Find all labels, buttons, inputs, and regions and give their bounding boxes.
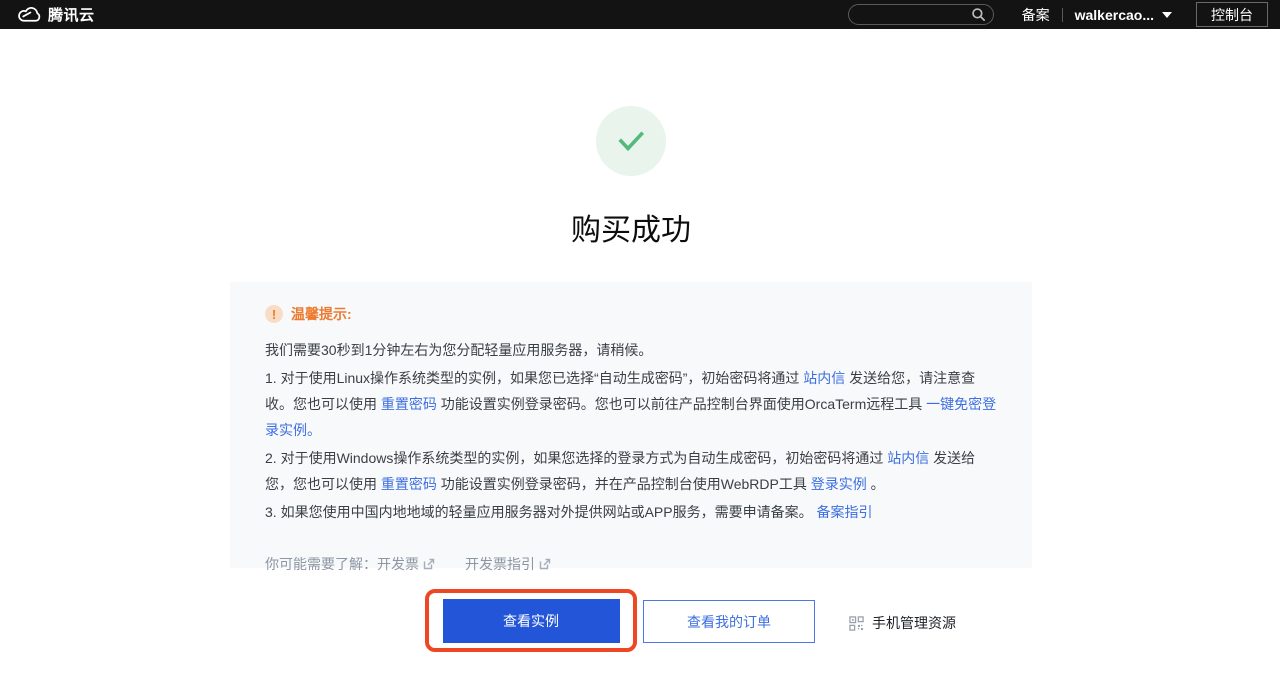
notice-title: 温馨提示: [291, 304, 352, 324]
qr-code-icon [849, 616, 864, 631]
user-name: walkercao... [1075, 7, 1154, 23]
search-icon[interactable] [971, 7, 986, 27]
actions-row: 查看实例 查看我的订单 手机管理资源 [0, 589, 1262, 659]
notice-header: ! 温馨提示: [265, 304, 997, 324]
top-navbar: 腾讯云 备案 walkercao... 控制台 [0, 0, 1280, 29]
inline-link[interactable]: 重置密码 [381, 476, 437, 492]
notice-intro: 我们需要30秒到1分钟左右为您分配轻量应用服务器，请稍候。 [265, 337, 997, 363]
inline-link[interactable]: 备案指引 [816, 504, 872, 520]
chevron-down-icon [1162, 12, 1172, 18]
notice-box: ! 温馨提示: 我们需要30秒到1分钟左右为您分配轻量应用服务器，请稍候。 1.… [230, 282, 1032, 568]
invoice-link-label: 开发票 [377, 554, 419, 574]
brand[interactable]: 腾讯云 [16, 4, 95, 25]
nav-divider [1062, 8, 1063, 22]
notice-item: 2. 对于使用Windows操作系统类型的实例，如果您选择的登录方式为自动生成密… [265, 445, 997, 497]
navbar-right: 备案 walkercao... 控制台 [848, 0, 1268, 29]
invoice-guide-link[interactable]: 开发票指引 [465, 554, 551, 574]
notice-item: 3. 如果您使用中国内地地域的轻量应用服务器对外提供网站或APP服务，需要申请备… [265, 499, 997, 525]
notice-item: 1. 对于使用Linux操作系统类型的实例，如果您已选择“自动生成密码”，初始密… [265, 365, 997, 443]
warning-icon: ! [265, 305, 283, 323]
success-check-icon [596, 106, 666, 176]
text-segment: 功能设置实例登录密码，并在产品控制台使用WebRDP工具 [437, 476, 811, 492]
text-segment: 1. 对于使用Linux操作系统类型的实例，如果您已选择“自动生成密码”，初始密… [265, 370, 803, 386]
console-button[interactable]: 控制台 [1196, 2, 1268, 27]
inline-link[interactable]: 站内信 [887, 450, 929, 466]
text-segment: 。 [867, 476, 885, 492]
page-title: 购买成功 [0, 205, 1262, 249]
invoice-guide-link-label: 开发票指引 [465, 554, 535, 574]
view-instance-button[interactable]: 查看实例 [443, 599, 620, 643]
text-segment: 2. 对于使用Windows操作系统类型的实例，如果您选择的登录方式为自动生成密… [265, 450, 887, 466]
mobile-manage-label: 手机管理资源 [872, 613, 956, 633]
tencent-cloud-logo-icon [16, 6, 42, 24]
search-box[interactable] [848, 4, 994, 25]
nav-beian[interactable]: 备案 [1022, 5, 1050, 25]
footer-label: 你可能需要了解： [265, 554, 377, 574]
invoice-link[interactable]: 开发票 [377, 554, 435, 574]
notice-footer: 你可能需要了解： 开发票 开发票指引 [265, 554, 997, 574]
external-link-icon [539, 558, 551, 570]
inline-link[interactable]: 登录实例 [811, 476, 867, 492]
mobile-manage-link[interactable]: 手机管理资源 [849, 613, 956, 633]
view-orders-button[interactable]: 查看我的订单 [643, 600, 815, 643]
text-segment: 3. 如果您使用中国内地地域的轻量应用服务器对外提供网站或APP服务，需要申请备… [265, 504, 816, 520]
external-link-icon [423, 558, 435, 570]
inline-link[interactable]: 站内信 [803, 370, 845, 386]
inline-link[interactable]: 重置密码 [381, 396, 437, 412]
annotation-highlight: 查看实例 [425, 589, 637, 652]
user-menu[interactable]: walkercao... [1075, 7, 1172, 23]
brand-name: 腾讯云 [48, 4, 95, 25]
purchase-success-page: 购买成功 ! 温馨提示: 我们需要30秒到1分钟左右为您分配轻量应用服务器，请稍… [0, 29, 1280, 673]
text-segment: 功能设置实例登录密码。您也可以前往产品控制台界面使用OrcaTerm远程工具 [437, 396, 926, 412]
